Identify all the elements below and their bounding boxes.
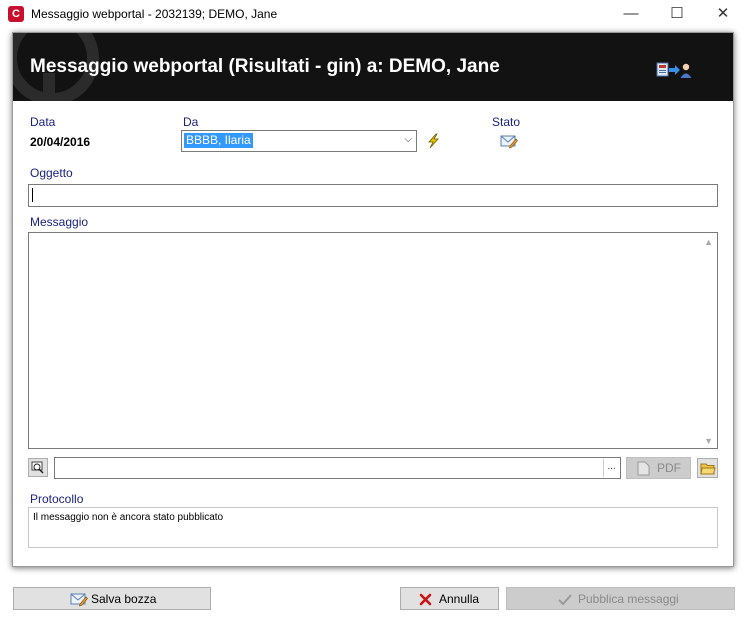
header-title: Messaggio webportal (Risultati - gin) a:… <box>30 56 500 77</box>
chevron-down-icon: ⌵ <box>404 134 412 145</box>
pdf-file-icon <box>637 461 650 476</box>
save-draft-button[interactable]: Salva bozza <box>13 587 211 610</box>
envelope-edit-icon <box>70 593 88 607</box>
pdf-button[interactable]: PDF <box>626 457 691 479</box>
close-button[interactable]: ✕ <box>700 0 744 28</box>
da-label: Da <box>183 115 199 129</box>
minimize-button[interactable]: — <box>608 0 654 28</box>
sender-select-value: BBBB, Ilaria <box>184 133 253 148</box>
data-label: Data <box>30 115 56 129</box>
data-value: 20/04/2016 <box>30 135 91 149</box>
save-draft-label: Salva bozza <box>91 592 157 606</box>
status-envelope-edit-icon <box>500 135 518 149</box>
sender-select[interactable]: BBBB, Ilaria ⌵ <box>181 130 417 152</box>
folder-icon <box>700 463 716 475</box>
messaggio-label: Messaggio <box>30 215 89 229</box>
protocollo-label: Protocollo <box>30 492 84 506</box>
checkmark-icon <box>558 594 572 606</box>
lightning-icon[interactable] <box>425 133 441 149</box>
open-folder-button[interactable] <box>697 458 718 478</box>
preview-button[interactable] <box>28 458 48 477</box>
cancel-label: Annulla <box>439 592 480 606</box>
window-title: Messaggio webportal - 2032139; DEMO, Jan… <box>31 7 278 21</box>
publish-label: Pubblica messaggi <box>578 592 679 606</box>
app-icon: C <box>8 6 24 22</box>
maximize-button[interactable]: ☐ <box>654 0 700 28</box>
message-textarea[interactable]: ▲ ▼ <box>28 232 718 449</box>
oggetto-label: Oggetto <box>30 166 73 180</box>
scroll-down-arrow-icon[interactable]: ▼ <box>704 436 713 446</box>
cancel-button[interactable]: Annulla <box>400 587 499 610</box>
magnifier-document-icon <box>31 461 44 474</box>
scroll-up-arrow-icon[interactable]: ▲ <box>704 237 713 247</box>
browse-button[interactable]: ... <box>603 459 619 477</box>
send-to-patient-icon <box>656 62 692 78</box>
subject-input[interactable] <box>28 184 718 207</box>
stato-label: Stato <box>492 115 521 129</box>
protocol-box: Il messaggio non è ancora stato pubblica… <box>28 507 718 548</box>
text-caret <box>32 188 33 202</box>
pdf-button-label: PDF <box>657 461 681 475</box>
attachment-path-input[interactable]: ... <box>54 457 621 479</box>
publish-button[interactable]: Pubblica messaggi <box>506 587 735 610</box>
protocol-text: Il messaggio non è ancora stato pubblica… <box>33 512 224 523</box>
red-x-icon <box>419 593 432 606</box>
